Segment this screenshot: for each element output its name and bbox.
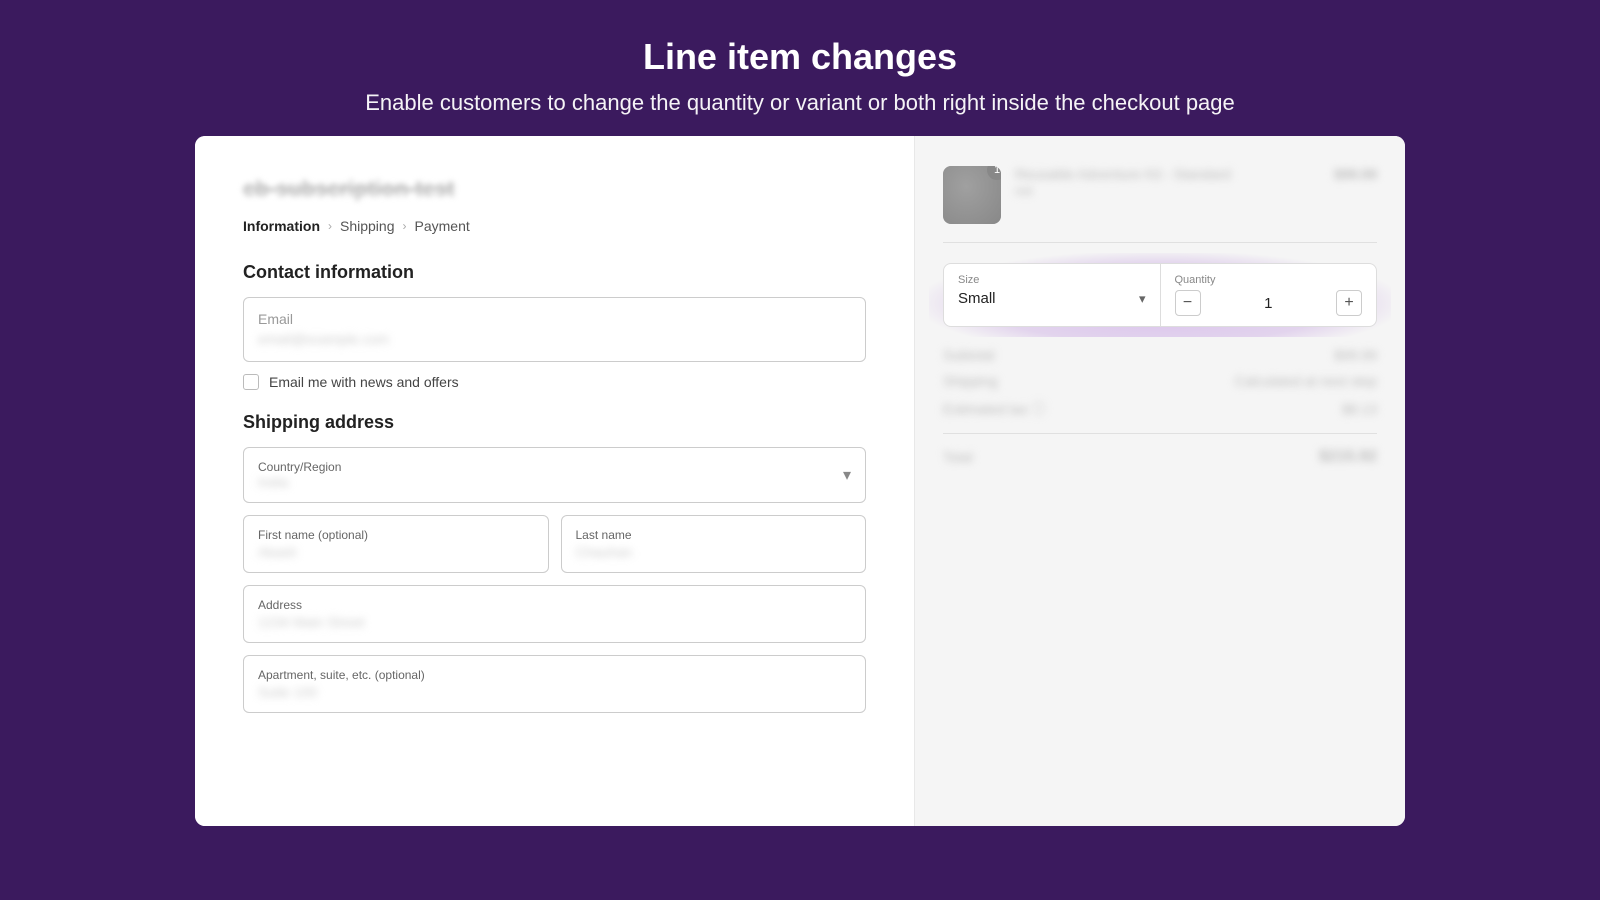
firstname-label: First name (optional) <box>258 528 534 542</box>
shipping-line: Shipping Calculated at next step <box>943 373 1377 389</box>
controls-highlight: Size Small ▾ Quantity − 1 + <box>943 263 1377 327</box>
page-title: Line item changes <box>20 36 1580 78</box>
shipping-label: Shipping <box>943 373 998 389</box>
summary-divider <box>943 433 1377 434</box>
product-info: Reusable Adventure Kit - Standard red <box>1015 166 1320 198</box>
size-chevron-icon: ▾ <box>1139 291 1146 307</box>
country-label: Country/Region <box>258 460 341 474</box>
breadcrumb-sep-2: › <box>403 219 407 233</box>
lastname-value: Chauhan <box>576 544 852 560</box>
breadcrumb-payment[interactable]: Payment <box>415 218 470 234</box>
shipping-section-title: Shipping address <box>243 412 866 433</box>
firstname-field[interactable]: First name (optional) Akash <box>243 515 549 573</box>
country-chevron-icon: ▾ <box>843 465 851 485</box>
quantity-increase-button[interactable]: + <box>1336 290 1362 316</box>
breadcrumb-shipping[interactable]: Shipping <box>340 218 395 234</box>
breadcrumb-sep-1: › <box>328 219 332 233</box>
checkout-window: cb-subscription-test Information › Shipp… <box>195 136 1405 826</box>
lastname-label: Last name <box>576 528 852 542</box>
product-price: $99.99 <box>1334 166 1377 182</box>
quantity-row: − 1 + <box>1175 290 1363 316</box>
quantity-label: Quantity <box>1175 274 1363 286</box>
email-label: Email <box>258 311 293 327</box>
newsletter-label: Email me with news and offers <box>269 374 459 390</box>
product-row: 1 Reusable Adventure Kit - Standard red … <box>943 166 1377 243</box>
shipping-value: Calculated at next step <box>1235 373 1377 389</box>
firstname-value: Akash <box>258 544 534 560</box>
total-value: $215.92 <box>1319 448 1377 466</box>
size-label: Size <box>958 274 1146 286</box>
quantity-decrease-button[interactable]: − <box>1175 290 1201 316</box>
product-variant: red <box>1015 184 1320 198</box>
apt-value: Suite 100 <box>258 684 851 700</box>
breadcrumb: Information › Shipping › Payment <box>243 218 866 234</box>
size-select-row: Small ▾ <box>958 290 1146 307</box>
newsletter-checkbox[interactable] <box>243 374 259 390</box>
address-label: Address <box>258 598 851 612</box>
lastname-field[interactable]: Last name Chauhan <box>561 515 867 573</box>
shipping-section: Shipping address Country/Region India ▾ … <box>243 412 866 713</box>
subtotal-line: Subtotal $99.99 <box>943 347 1377 363</box>
email-value: email@example.com <box>258 330 851 350</box>
apt-label: Apartment, suite, etc. (optional) <box>258 668 851 682</box>
controls-box: Size Small ▾ Quantity − 1 + <box>943 263 1377 327</box>
tax-line: Estimated tax ⓘ $8.13 <box>943 399 1377 419</box>
address-field[interactable]: Address 1234 Main Street <box>243 585 866 643</box>
product-name: Reusable Adventure Kit - Standard <box>1015 166 1320 182</box>
newsletter-row: Email me with news and offers <box>243 374 866 390</box>
size-control[interactable]: Size Small ▾ <box>944 264 1161 326</box>
quantity-control: Quantity − 1 + <box>1161 264 1377 326</box>
address-value: 1234 Main Street <box>258 614 851 630</box>
total-line: Total $215.92 <box>943 448 1377 466</box>
contact-section-title: Contact information <box>243 262 866 283</box>
name-row: First name (optional) Akash Last name Ch… <box>243 515 866 573</box>
tax-value: $8.13 <box>1342 401 1377 417</box>
email-field[interactable]: Email email@example.com <box>243 297 866 362</box>
page-subtitle: Enable customers to change the quantity … <box>20 90 1580 116</box>
quantity-value: 1 <box>1264 295 1272 312</box>
country-value: India <box>258 474 341 490</box>
left-panel: cb-subscription-test Information › Shipp… <box>195 136 915 826</box>
size-value: Small <box>958 290 996 307</box>
subtotal-value: $99.99 <box>1334 347 1377 363</box>
total-label: Total <box>943 449 973 465</box>
product-badge: 1 <box>987 166 1001 180</box>
country-field[interactable]: Country/Region India ▾ <box>243 447 866 503</box>
page-header: Line item changes Enable customers to ch… <box>0 0 1600 136</box>
store-name: cb-subscription-test <box>243 176 866 202</box>
tax-label: Estimated tax ⓘ <box>943 399 1046 419</box>
breadcrumb-information[interactable]: Information <box>243 218 320 234</box>
product-thumbnail: 1 <box>943 166 1001 224</box>
apt-field[interactable]: Apartment, suite, etc. (optional) Suite … <box>243 655 866 713</box>
right-panel: 1 Reusable Adventure Kit - Standard red … <box>915 136 1405 826</box>
subtotal-label: Subtotal <box>943 347 994 363</box>
